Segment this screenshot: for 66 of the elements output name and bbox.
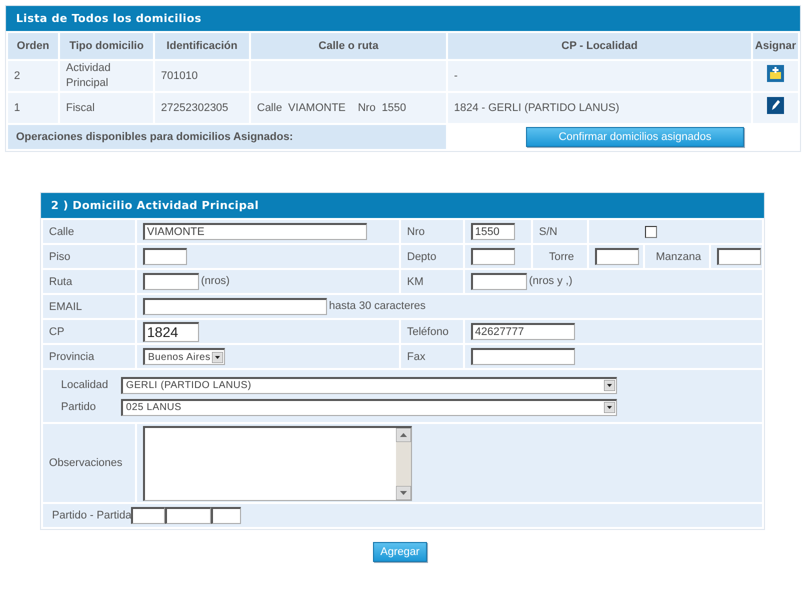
folder-add-icon[interactable] (767, 65, 784, 82)
table-cell: 1 (14, 102, 20, 114)
dropdown-arrow-icon[interactable] (604, 402, 615, 413)
input-field[interactable] (143, 298, 327, 315)
input-field[interactable] (471, 348, 575, 365)
column-header: Calle o ruta (318, 40, 378, 52)
field-label: S/N (539, 226, 558, 238)
table-cell: 2 (14, 70, 20, 82)
input-field[interactable]: 1824 (143, 322, 199, 342)
table-cell: - (454, 70, 458, 82)
field-label: Fax (407, 350, 426, 362)
district-dropdown[interactable]: 025 LANUS (121, 398, 617, 416)
field-label: Provincia (49, 350, 94, 362)
field-label: Nro (407, 226, 425, 238)
field-label: EMAIL (49, 300, 82, 312)
column-header: CP - Localidad (561, 40, 638, 52)
input-field[interactable]: 42627777 (471, 323, 575, 340)
locality-dropdown[interactable]: GERLI (PARTIDO LANUS) (121, 376, 617, 394)
field-label: KM (407, 276, 424, 288)
pencil-icon[interactable] (767, 97, 784, 114)
table-cell: 27252302305 (161, 102, 228, 114)
input-field[interactable] (717, 248, 761, 265)
form-title: 2 ) Domicilio Actividad Principal (41, 193, 764, 218)
column-header: Orden (16, 40, 50, 52)
province-dropdown[interactable]: Buenos Aires (143, 348, 225, 365)
field-hint: (nros) (201, 275, 230, 288)
input-field[interactable] (143, 273, 199, 290)
field-label: Observaciones (49, 457, 122, 469)
input-field[interactable] (165, 507, 212, 524)
checkbox[interactable] (645, 226, 657, 238)
input-field[interactable]: 1550 (471, 223, 515, 240)
dropdown-arrow-icon[interactable] (604, 380, 615, 391)
field-label: Localidad (61, 379, 110, 391)
field-label: Partido - Partida (52, 509, 132, 522)
scroll-down-icon[interactable] (396, 486, 411, 500)
list-title: Lista de Todos los domicilios (6, 6, 800, 31)
input-field[interactable] (471, 273, 527, 290)
table-cell: 1824 - GERLI (PARTIDO LANUS) (454, 102, 620, 114)
text-area[interactable] (143, 426, 412, 500)
table-cell: Actividad Principal (66, 62, 111, 89)
field-label: CP (49, 326, 64, 338)
input-field[interactable] (211, 507, 242, 524)
field-label: Torre (548, 250, 574, 262)
input-field[interactable]: VIAMONTE (143, 223, 367, 240)
field-label: Partido (61, 401, 97, 413)
input-field[interactable] (471, 248, 515, 265)
field-label: Manzana (656, 250, 702, 262)
column-header: Asignar (755, 40, 796, 52)
input-field[interactable] (595, 248, 639, 265)
column-header: Tipo domicilio (69, 40, 144, 52)
field-label: Calle (49, 226, 74, 238)
field-label: Teléfono (407, 326, 449, 338)
scroll-up-icon[interactable] (396, 428, 411, 442)
operations-label: Operaciones disponibles para domicilios Asignados: (16, 131, 294, 143)
field-label: Ruta (49, 276, 72, 288)
table-cell: 701010 (161, 70, 198, 82)
table-cell: Fiscal (66, 102, 95, 114)
field-hint: hasta 30 caracteres (329, 300, 426, 312)
column-header: Identificación (166, 40, 238, 52)
input-field[interactable] (131, 507, 166, 524)
input-field[interactable] (143, 248, 187, 265)
field-label: Depto (407, 250, 436, 262)
dropdown-arrow-icon[interactable] (212, 352, 223, 362)
field-hint: (nros y ,) (529, 275, 572, 288)
table-cell: Calle VIAMONTE Nro 1550 (257, 102, 406, 114)
field-label: Piso (49, 250, 70, 262)
